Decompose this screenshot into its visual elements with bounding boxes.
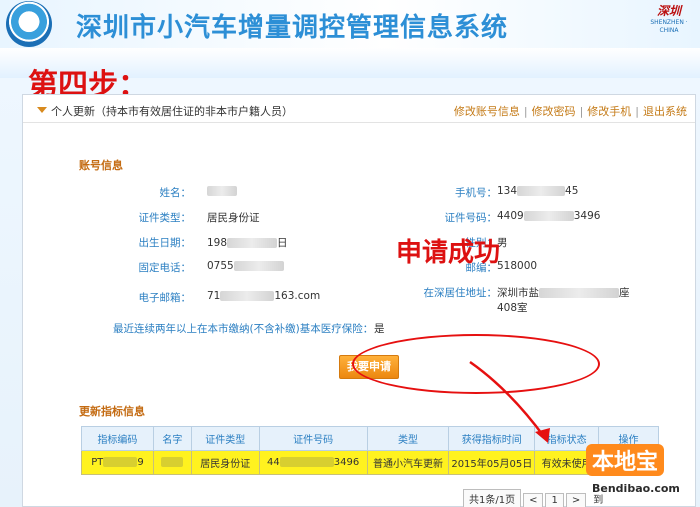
page-title: 个人更新（持本市有效居住证的非本市户籍人员） <box>51 105 293 118</box>
app-title: 深圳市小汽车增量调控管理信息系统 <box>76 13 509 43</box>
watermark-url: Bendibao.com <box>592 482 680 495</box>
value-address: 深圳市盐座 408室 <box>497 287 630 314</box>
label-email: 电子邮箱： <box>138 292 192 304</box>
label-address: 在深居住地址： <box>423 287 498 299</box>
triangle-down-icon <box>37 107 47 113</box>
col-id-type: 证件类型 <box>190 426 260 451</box>
value-birthdate: 198 日 <box>207 237 288 249</box>
label-mobile: 手机号： <box>455 187 497 199</box>
value-id-type: 居民身份证 <box>207 212 260 224</box>
col-id-number: 证件号码 <box>258 426 368 451</box>
col-type: 类型 <box>366 426 450 451</box>
header-banner: 深圳市小汽车增量调控管理信息系统 深圳 SHENZHEN · CHINA <box>0 0 700 48</box>
value-email: 71 163.com <box>207 290 321 302</box>
page-summary: 共1条/1页 <box>463 489 522 507</box>
cell-id-number: 44 3496 <box>258 450 368 475</box>
shenzhen-city-mark: 深圳 SHENZHEN · CHINA <box>640 2 698 46</box>
link-logout[interactable]: 退出系统 <box>643 105 687 118</box>
prev-page-button[interactable]: < <box>523 493 544 507</box>
success-annotation: 申请成功 <box>396 238 501 268</box>
cell-name <box>152 450 192 475</box>
cell-date: 2015年05月05日 <box>448 450 536 475</box>
panel-titlebar: 个人更新（持本市有效居住证的非本市户籍人员） 修改账号信息 | 修改密码 | 修改手机 |… <box>23 95 695 123</box>
city-mark-en: SHENZHEN · CHINA <box>650 19 688 34</box>
cell-type: 普通小汽车更新 <box>366 450 450 475</box>
redacted-mark <box>207 186 237 196</box>
value-id-number: 4409 3496 <box>497 210 601 222</box>
link-modify-account[interactable]: 修改账号信息 <box>454 105 520 118</box>
watermark-logo: 本地宝 <box>586 444 665 476</box>
col-code: 指标编码 <box>81 426 154 451</box>
cell-id-type: 居民身份证 <box>190 450 260 475</box>
cell-code: PT 9 <box>81 450 154 475</box>
link-modify-phone[interactable]: 修改手机 <box>587 105 631 118</box>
value-name <box>207 185 237 197</box>
label-landline: 固定电话： <box>138 262 192 274</box>
value-insurance: 是 <box>374 323 385 335</box>
bendibao-watermark: 本地宝 Bendibao.com <box>570 442 696 504</box>
system-logo-icon <box>6 1 52 47</box>
link-modify-password[interactable]: 修改密码 <box>532 105 576 118</box>
account-section-title: 账号信息 <box>79 159 123 172</box>
label-birthdate: 出生日期： <box>138 237 192 249</box>
current-page-input[interactable]: 1 <box>545 493 564 507</box>
label-id-type: 证件类型： <box>138 212 192 224</box>
apply-button[interactable]: 我要申请 <box>339 355 399 379</box>
value-mobile: 134 45 <box>497 185 579 197</box>
city-mark-cn: 深圳 <box>656 4 681 18</box>
value-landline: 0755 <box>207 260 284 272</box>
value-postcode: 518000 <box>497 260 538 272</box>
label-name: 姓名： <box>159 187 192 199</box>
col-name: 名字 <box>152 426 192 451</box>
quota-section-title: 更新指标信息 <box>79 405 145 418</box>
label-insurance: 最近连续两年以上在本市缴纳(不含补缴)基本医疗保险： <box>113 323 374 335</box>
col-date: 获得指标时间 <box>448 426 536 451</box>
account-links: 修改账号信息 | 修改密码 | 修改手机 | 退出系统 <box>453 105 687 118</box>
label-id-number: 证件号码： <box>444 212 498 224</box>
